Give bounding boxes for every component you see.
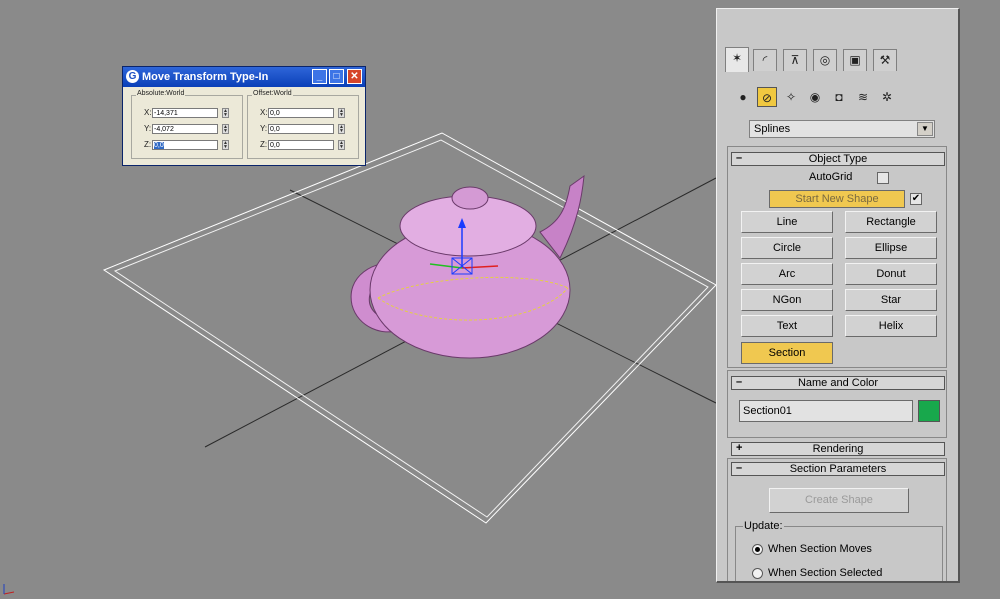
when-section-selected-radio[interactable]	[752, 568, 763, 579]
category-dropdown[interactable]: Splines ▼	[749, 120, 935, 138]
when-section-selected-label: When Section Selected	[768, 567, 883, 579]
dialog-titlebar[interactable]: G Move Transform Type-In _ □ ✕	[123, 67, 365, 87]
move-transform-typein-dialog[interactable]: G Move Transform Type-In _ □ ✕ Absolute:…	[122, 66, 366, 166]
abs-z-value: 0,0	[154, 142, 164, 149]
update-label: Update:	[743, 520, 784, 532]
hierarchy-tab-icon[interactable]: ⊼	[783, 49, 807, 71]
absolute-world-group: Absolute:World X: -14,371 ▲ ▼ Y: -4,072 ▲…	[131, 90, 243, 159]
motion-tab-icon[interactable]: ◎	[813, 49, 837, 71]
off-y-row: Y: 0,0 ▲ ▼	[248, 124, 358, 136]
utilities-tab-icon[interactable]: ⚒	[873, 49, 897, 71]
abs-z-field[interactable]: 0,0	[152, 140, 218, 150]
autogrid-checkbox[interactable]	[877, 172, 889, 184]
off-x-row: X: 0,0 ▲ ▼	[248, 108, 358, 120]
object-type-title: Object Type	[808, 153, 868, 165]
section-parameters-title: Section Parameters	[789, 463, 887, 475]
when-section-moves-label: When Section Moves	[768, 543, 872, 555]
ngon-button[interactable]: NGon	[741, 289, 833, 311]
x-label: X:	[260, 108, 268, 117]
helix-button[interactable]: Helix	[845, 315, 937, 337]
name-and-color-title: Name and Color	[797, 377, 879, 389]
off-x-spinner[interactable]: ▲ ▼	[338, 108, 345, 118]
command-panel: ✶ ◜ ⊼ ◎ ▣ ⚒ ● ⊘ ✧ ◉ ◘ ≋ ✲ Splines ▼ – Ob…	[716, 8, 960, 583]
ellipse-button[interactable]: Ellipse	[845, 237, 937, 259]
object-name-input[interactable]: Section01	[739, 400, 913, 422]
collapse-toggle: –	[736, 152, 743, 164]
abs-z-spinner[interactable]: ▲ ▼	[222, 140, 229, 150]
start-new-shape-checkbox[interactable]: ✔	[910, 193, 922, 205]
off-z-spinner[interactable]: ▲ ▼	[338, 140, 345, 150]
abs-y-spinner[interactable]: ▲ ▼	[222, 124, 229, 134]
off-y-field[interactable]: 0,0	[268, 124, 334, 134]
minimize-button[interactable]: _	[312, 69, 327, 84]
text-button[interactable]: Text	[741, 315, 833, 337]
off-x-field[interactable]: 0,0	[268, 108, 334, 118]
rendering-header[interactable]: + Rendering	[731, 442, 945, 456]
name-and-color-header[interactable]: – Name and Color	[731, 376, 945, 390]
y-label: Y:	[260, 124, 268, 133]
create-shape-button[interactable]: Create Shape	[769, 488, 909, 513]
line-button[interactable]: Line	[741, 211, 833, 233]
abs-z-row: Z: 0,0 ▲ ▼	[132, 140, 242, 152]
start-new-shape-button[interactable]: Start New Shape	[769, 190, 905, 208]
abs-x-row: X: -14,371 ▲ ▼	[132, 108, 242, 120]
off-z-row: Z: 0,0 ▲ ▼	[248, 140, 358, 152]
section-parameters-header[interactable]: – Section Parameters	[731, 462, 945, 476]
modify-tab-icon[interactable]: ◜	[753, 49, 777, 71]
absolute-world-label: Absolute:World	[136, 90, 186, 97]
teapot-knob	[451, 186, 489, 210]
autogrid-label: AutoGrid	[809, 171, 853, 183]
z-label: Z:	[260, 140, 268, 149]
y-label: Y:	[144, 124, 152, 133]
circle-button[interactable]: Circle	[741, 237, 833, 259]
star-button[interactable]: Star	[845, 289, 937, 311]
when-section-moves-radio[interactable]	[752, 544, 763, 555]
off-z-field[interactable]: 0,0	[268, 140, 334, 150]
x-label: X:	[144, 108, 152, 117]
expand-toggle: +	[736, 442, 743, 454]
object-color-swatch[interactable]	[918, 400, 940, 422]
offset-world-group: Offset:World X: 0,0 ▲ ▼ Y: 0,0 ▲ ▼ Z: 0,0 …	[247, 90, 359, 159]
lights-icon[interactable]: ✧	[781, 87, 801, 107]
chevron-down-icon[interactable]: ▼	[917, 122, 933, 136]
donut-button[interactable]: Donut	[845, 263, 937, 285]
geometry-icon[interactable]: ●	[733, 87, 753, 107]
rectangle-button[interactable]: Rectangle	[845, 211, 937, 233]
app-icon: G	[126, 70, 139, 83]
offset-world-label: Offset:World	[252, 90, 293, 97]
axis-tripod-icon	[3, 584, 15, 595]
helpers-icon[interactable]: ◘	[829, 87, 849, 107]
category-dropdown-value: Splines	[754, 123, 791, 135]
create-tab-icon[interactable]: ✶	[725, 47, 749, 72]
abs-x-field[interactable]: -14,371	[152, 108, 218, 118]
arc-button[interactable]: Arc	[741, 263, 833, 285]
collapse-toggle: –	[736, 462, 743, 474]
spacewarps-icon[interactable]: ≋	[853, 87, 873, 107]
rendering-title: Rendering	[812, 443, 864, 455]
dialog-title: Move Transform Type-In	[142, 71, 269, 83]
abs-y-field[interactable]: -4,072	[152, 124, 218, 134]
abs-x-spinner[interactable]: ▲ ▼	[222, 108, 229, 118]
systems-icon[interactable]: ✲	[877, 87, 897, 107]
abs-y-row: Y: -4,072 ▲ ▼	[132, 124, 242, 136]
section-button[interactable]: Section	[741, 342, 833, 364]
cameras-icon[interactable]: ◉	[805, 87, 825, 107]
shapes-icon[interactable]: ⊘	[757, 87, 777, 107]
z-label: Z:	[144, 140, 152, 149]
close-button[interactable]: ✕	[347, 69, 362, 84]
display-tab-icon[interactable]: ▣	[843, 49, 867, 71]
maximize-button[interactable]: □	[329, 69, 344, 84]
collapse-toggle: –	[736, 376, 743, 388]
object-type-header[interactable]: – Object Type	[731, 152, 945, 166]
off-y-spinner[interactable]: ▲ ▼	[338, 124, 345, 134]
